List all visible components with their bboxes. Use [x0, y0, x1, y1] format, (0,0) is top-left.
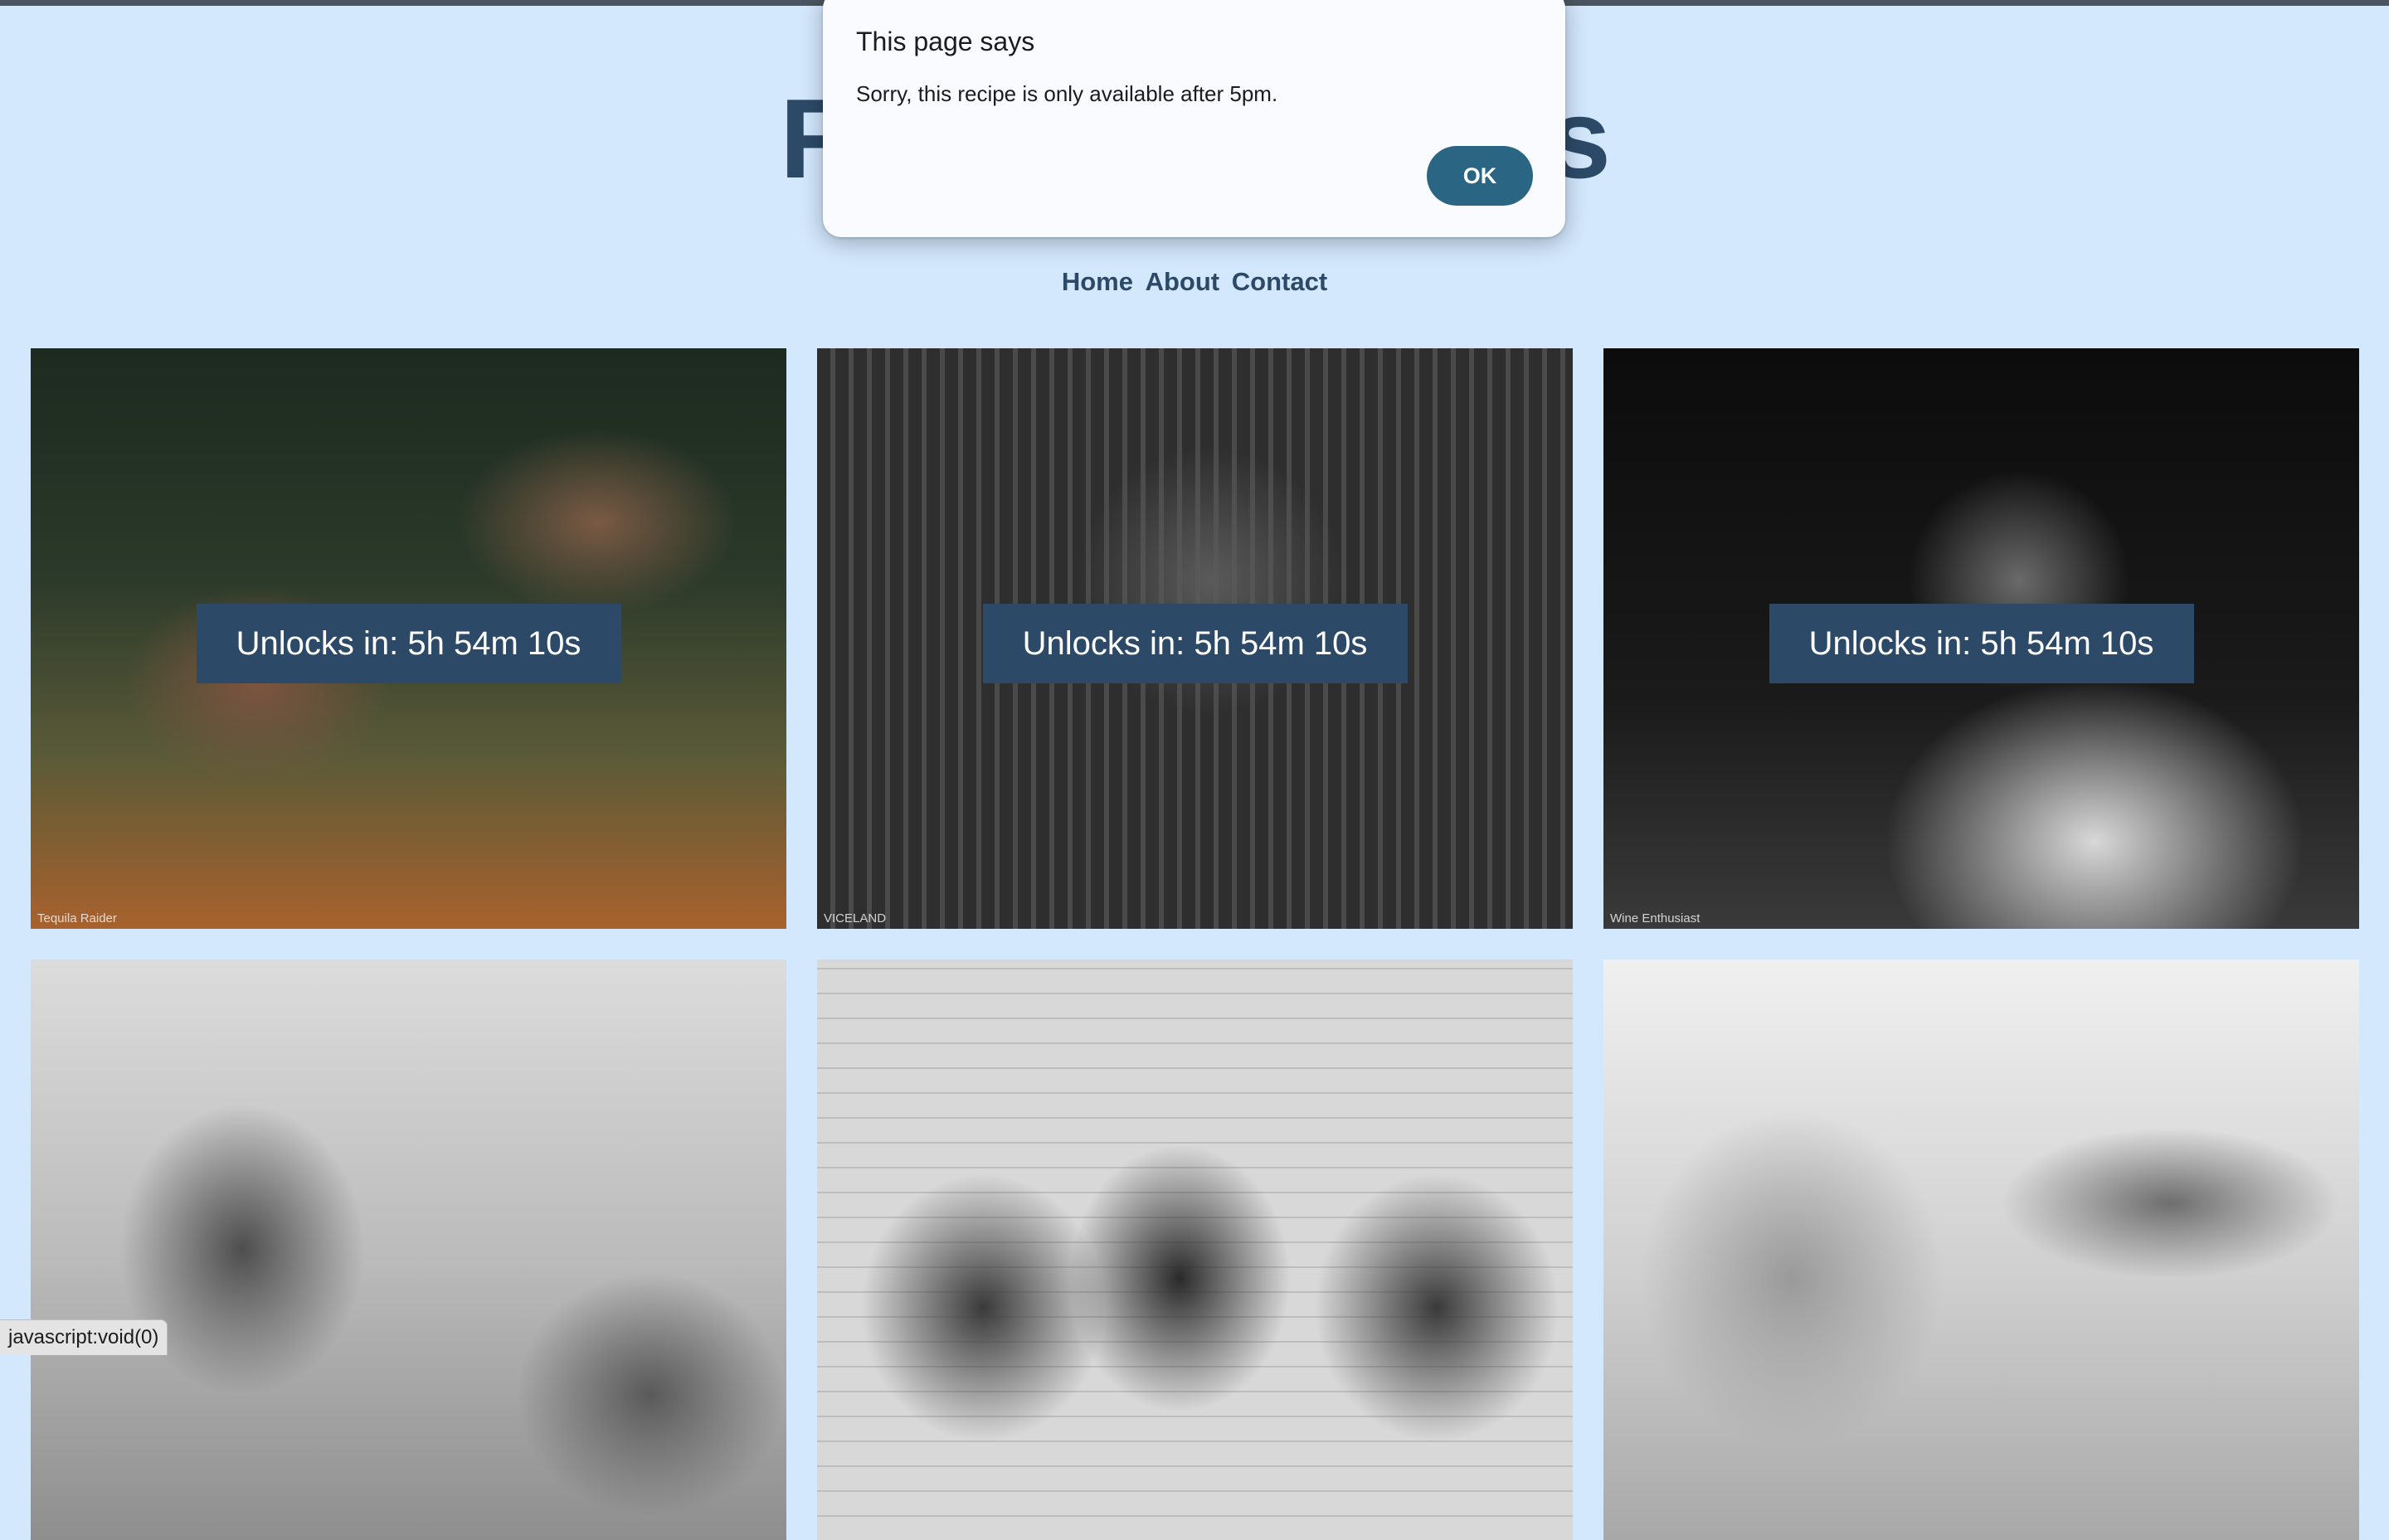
recipe-card[interactable] [1603, 959, 2359, 1540]
recipe-card[interactable] [31, 959, 786, 1540]
recipe-photo [31, 959, 786, 1540]
unlock-timer: Unlocks in: 5h 54m 10s [982, 604, 1408, 683]
nav-link-about[interactable]: About [1146, 267, 1220, 296]
recipe-card[interactable]: Wine Enthusiast Unlocks in: 5h 54m 10s [1603, 348, 2359, 929]
ok-button[interactable]: OK [1427, 146, 1533, 206]
nav-bar: Home About Contact [0, 267, 2389, 297]
recipe-grid: Tequila Raider Unlocks in: 5h 54m 10s VI… [31, 348, 2359, 1540]
alert-dialog: This page says Sorry, this recipe is onl… [823, 0, 1565, 237]
status-bar-url: javascript:void(0) [0, 1319, 168, 1355]
photo-credit: Tequila Raider [37, 911, 117, 925]
dialog-message: Sorry, this recipe is only available aft… [856, 81, 1278, 106]
recipe-photo [817, 959, 1573, 1540]
photo-credit: VICELAND [824, 911, 887, 925]
recipe-photo [1603, 959, 2359, 1540]
recipe-card[interactable]: VICELAND Unlocks in: 5h 54m 10s [817, 348, 1573, 929]
dialog-title: This page says [856, 27, 1035, 56]
nav-link-home[interactable]: Home [1062, 267, 1133, 296]
recipe-card[interactable] [817, 959, 1573, 1540]
unlock-timer: Unlocks in: 5h 54m 10s [196, 604, 621, 683]
photo-credit: Wine Enthusiast [1610, 911, 1701, 925]
recipe-card[interactable]: Tequila Raider Unlocks in: 5h 54m 10s [31, 348, 786, 929]
unlock-timer: Unlocks in: 5h 54m 10s [1769, 604, 2194, 683]
nav-link-contact[interactable]: Contact [1232, 267, 1327, 296]
